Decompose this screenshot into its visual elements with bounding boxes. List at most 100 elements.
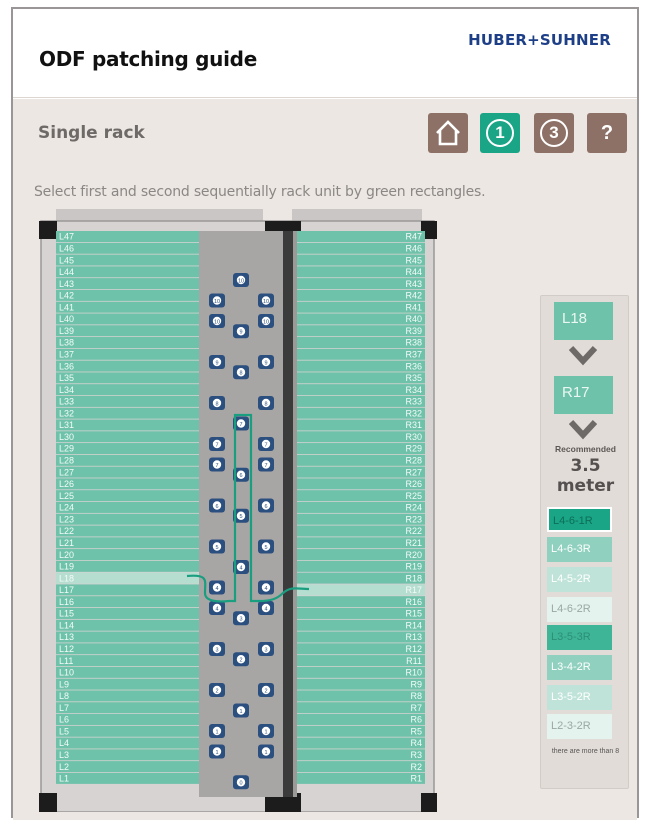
rack-unit-label: L35 <box>59 373 74 383</box>
step-3-button[interactable]: 3 <box>534 113 574 153</box>
route-option[interactable]: L4-5-2R <box>547 567 612 592</box>
rack-unit-label: L34 <box>59 385 74 395</box>
rack-unit[interactable] <box>56 643 199 655</box>
rack-unit[interactable] <box>56 655 199 667</box>
route-option[interactable]: L3-5-3R <box>547 625 612 650</box>
rack-unit[interactable] <box>297 737 425 749</box>
rack-unit[interactable] <box>56 266 199 278</box>
rack-unit[interactable] <box>56 572 199 584</box>
route-option[interactable]: L2-3-2R <box>547 714 612 739</box>
main-content: Single rack 1 3 ? Select first and secon… <box>13 99 637 820</box>
rack-unit[interactable] <box>56 313 199 325</box>
step-1-button[interactable]: 1 <box>480 113 520 153</box>
rack-unit[interactable] <box>56 490 199 502</box>
rack-unit[interactable] <box>56 772 199 784</box>
window-frame: ODF patching guide HUBER+SUHNER Single r… <box>11 7 639 820</box>
rack-unit[interactable] <box>56 231 199 242</box>
rack-unit[interactable] <box>56 666 199 678</box>
cable-guide-label: 9 <box>215 360 218 366</box>
rack-unit[interactable] <box>56 702 199 714</box>
rack-unit-label: R21 <box>405 538 422 548</box>
rack-unit[interactable] <box>297 678 425 690</box>
rack-unit[interactable] <box>56 407 199 419</box>
route-option[interactable]: L4-6-3R <box>547 537 612 562</box>
rack-unit[interactable] <box>56 454 199 466</box>
rack-unit[interactable] <box>297 713 425 725</box>
rack-unit-label: R8 <box>410 691 422 701</box>
rack-unit[interactable] <box>56 395 199 407</box>
cable-guide: 1 <box>233 703 249 718</box>
cable-guide-label: 6 <box>239 473 242 479</box>
rack-unit[interactable] <box>56 619 199 631</box>
rack-unit[interactable] <box>297 725 425 737</box>
rack-unit[interactable] <box>56 537 199 549</box>
rack-unit[interactable] <box>297 749 425 761</box>
route-option[interactable]: L3-5-2R <box>547 685 612 710</box>
route-option[interactable]: L4-6-1R <box>547 507 612 532</box>
rack-unit[interactable] <box>297 761 425 773</box>
rack-unit[interactable] <box>56 761 199 773</box>
rack-unit[interactable] <box>56 513 199 525</box>
rack-unit[interactable] <box>56 607 199 619</box>
rack-unit-label: L46 <box>59 243 74 253</box>
rack-unit[interactable] <box>56 713 199 725</box>
cable-guide: 5 <box>258 539 274 554</box>
rack-unit[interactable] <box>56 443 199 455</box>
rack-unit[interactable] <box>297 772 425 784</box>
cable-guide-label: 10 <box>238 278 244 284</box>
rack-unit[interactable] <box>56 360 199 372</box>
rack-unit-label: R33 <box>405 397 422 407</box>
rack-unit[interactable] <box>297 702 425 714</box>
rack-unit-label: R5 <box>410 726 422 736</box>
step-3-label: 3 <box>540 119 568 147</box>
rack-unit[interactable] <box>56 419 199 431</box>
rack-unit-label: R18 <box>405 573 422 583</box>
rack-unit[interactable] <box>56 278 199 290</box>
rack-unit[interactable] <box>56 631 199 643</box>
rack-unit[interactable] <box>297 690 425 702</box>
route-option[interactable]: L4-6-2R <box>547 597 612 622</box>
rack-unit[interactable] <box>56 725 199 737</box>
rack-unit-label: L25 <box>59 491 74 501</box>
rack-unit-label: R9 <box>410 679 422 689</box>
rack-unit[interactable] <box>56 596 199 608</box>
rack-unit-label: L6 <box>59 715 69 725</box>
rack-unit[interactable] <box>56 690 199 702</box>
rack-unit-label: L5 <box>59 726 69 736</box>
rack-unit[interactable] <box>56 431 199 443</box>
rack-unit[interactable] <box>56 584 199 596</box>
rack-unit[interactable] <box>56 478 199 490</box>
rack-unit-label: R11 <box>406 656 422 666</box>
rack-unit[interactable] <box>56 749 199 761</box>
rack-unit-label: R35 <box>405 373 422 383</box>
rack-unit[interactable] <box>56 348 199 360</box>
route-option[interactable]: L3-4-2R <box>547 655 612 680</box>
rack-unit-label: L43 <box>59 279 74 289</box>
rack-unit-label: R17 <box>405 585 422 595</box>
home-button[interactable] <box>428 113 468 153</box>
cable-guide: 8 <box>209 396 225 410</box>
cable-guide-label: 4 <box>264 606 267 612</box>
rack-unit[interactable] <box>56 525 199 537</box>
rack-unit[interactable] <box>56 254 199 266</box>
help-button[interactable]: ? <box>587 113 627 153</box>
rack-unit[interactable] <box>56 372 199 384</box>
rack-unit[interactable] <box>56 737 199 749</box>
rack-unit[interactable] <box>56 301 199 313</box>
rack-unit[interactable] <box>56 337 199 349</box>
instruction-text: Select first and second sequentially rac… <box>34 184 486 200</box>
header: ODF patching guide HUBER+SUHNER <box>13 9 637 98</box>
rack-unit[interactable] <box>56 242 199 254</box>
rack-unit[interactable] <box>56 466 199 478</box>
rack-unit-label: L18 <box>59 573 74 583</box>
rack-unit[interactable] <box>56 289 199 301</box>
rack-unit-label: R4 <box>410 738 422 748</box>
rack-unit[interactable] <box>56 678 199 690</box>
rack-unit[interactable] <box>56 325 199 337</box>
rack-unit[interactable] <box>56 501 199 513</box>
rack-unit[interactable] <box>56 549 199 561</box>
rack-unit[interactable] <box>56 384 199 396</box>
rack-unit[interactable] <box>56 560 199 572</box>
second-unit-selection[interactable]: R17 <box>554 376 613 414</box>
first-unit-selection[interactable]: L18 <box>554 302 613 340</box>
